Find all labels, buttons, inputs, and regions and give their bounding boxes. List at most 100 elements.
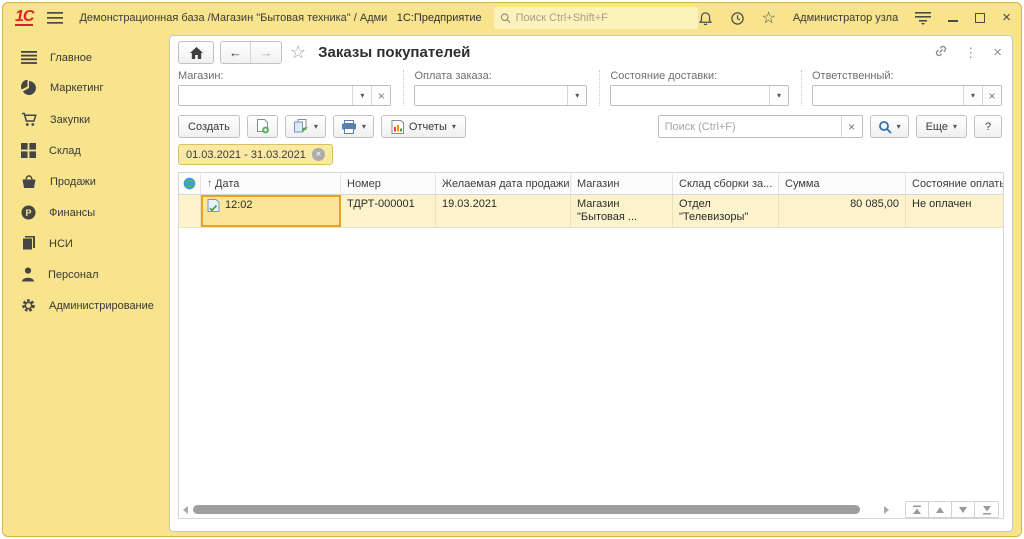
delivery-state-filter-input[interactable]	[611, 86, 769, 105]
sidebar-item-prodazhi[interactable]: Продажи	[3, 166, 165, 197]
search-icon	[500, 12, 511, 24]
user-menu[interactable]: Администратор узла	[793, 12, 898, 24]
sidebar-item-finansy[interactable]: Р Финансы	[3, 197, 165, 228]
link-icon	[934, 44, 948, 58]
go-to-last-row-button[interactable]	[975, 502, 998, 517]
responsible-filter-input[interactable]	[813, 86, 963, 105]
documents-stack-icon	[293, 119, 309, 134]
scrollbar-thumb[interactable]	[193, 505, 860, 514]
add-to-favorites-star[interactable]: ☆	[290, 42, 306, 63]
delivery-state-filter-dropdown-button[interactable]: ▾	[769, 86, 788, 105]
column-header-assembly-warehouse[interactable]: Склад сборки за...	[673, 173, 779, 194]
advanced-search-button[interactable]: ▾	[870, 115, 909, 138]
orders-list-panel: ← → ☆ Заказы покупателей ⋮ ×	[169, 35, 1013, 532]
previous-row-button[interactable]	[929, 502, 952, 517]
sidebar-item-sklad[interactable]: Склад	[3, 135, 165, 166]
ruble-circle-icon: Р	[21, 205, 36, 220]
print-button[interactable]: ▾	[333, 115, 374, 138]
create-by-copy-button[interactable]	[247, 115, 278, 138]
sidebar-item-zakupki[interactable]: Закупки	[3, 104, 165, 135]
notifications-button[interactable]	[698, 11, 713, 26]
last-row-icon	[982, 505, 992, 515]
scrollbar-track[interactable]	[192, 505, 880, 514]
get-link-button[interactable]	[934, 44, 948, 61]
column-header-number[interactable]: Номер	[341, 173, 436, 194]
go-to-first-row-button[interactable]	[906, 502, 929, 517]
product-name: 1С:Предприятие	[397, 12, 482, 24]
close-window-button[interactable]: ×	[1002, 13, 1011, 23]
remove-period-filter-icon[interactable]: ×	[312, 148, 325, 161]
list-search-input[interactable]	[659, 116, 841, 137]
pie-chart-icon	[21, 80, 37, 96]
scroll-left-button[interactable]	[183, 506, 188, 514]
1c-logo: 1С	[15, 10, 33, 26]
minimize-button[interactable]	[948, 14, 958, 22]
responsible-filter-dropdown-button[interactable]: ▾	[963, 86, 982, 105]
shop-filter-dropdown-button[interactable]: ▾	[352, 86, 371, 105]
scroll-right-button[interactable]	[884, 506, 889, 514]
assembly-warehouse-cell[interactable]: Отдел "Телевизоры"	[673, 195, 779, 227]
date-cell[interactable]: 12:02	[201, 195, 341, 227]
global-search-input[interactable]	[516, 12, 692, 24]
amount-cell[interactable]: 80 085,00	[779, 195, 906, 227]
back-button[interactable]: ←	[221, 42, 251, 63]
column-header-date[interactable]: ↑ Дата	[201, 173, 341, 194]
period-filter-chip[interactable]: 01.03.2021 - 31.03.2021 ×	[178, 144, 333, 165]
sidebar-item-marketing[interactable]: Маркетинг	[3, 72, 165, 104]
menu-lines-icon	[21, 51, 37, 64]
next-row-button[interactable]	[952, 502, 975, 517]
row-marker-cell[interactable]	[179, 195, 201, 227]
svg-text:Р: Р	[25, 208, 31, 218]
settings-menu-button[interactable]	[915, 12, 931, 25]
column-header-shop[interactable]: Магазин	[571, 173, 673, 194]
payment-state-cell[interactable]: Не оплачен	[906, 195, 1003, 227]
home-button[interactable]	[178, 41, 214, 64]
sidebar-item-personal[interactable]: Персонал	[3, 259, 165, 290]
column-header-icon[interactable]	[179, 173, 201, 194]
shop-cell[interactable]: Магазин "Бытовая ...	[571, 195, 673, 227]
filter-payment: Оплата заказа: ▾	[414, 70, 600, 106]
create-button[interactable]: Создать	[178, 115, 240, 138]
forward-button[interactable]: →	[251, 42, 281, 63]
sidebar-item-nsi[interactable]: НСИ	[3, 228, 165, 259]
shop-filter-input[interactable]	[179, 86, 352, 105]
number-cell[interactable]: ТДРТ-000001	[341, 195, 436, 227]
column-header-payment-state[interactable]: Состояние оплаты	[906, 173, 1003, 194]
posted-document-icon	[207, 199, 220, 212]
close-form-button[interactable]: ×	[993, 44, 1002, 61]
page-title: Заказы покупателей	[318, 44, 470, 61]
table-header-row: ↑ Дата Номер Желаемая дата продажи Магаз…	[179, 173, 1003, 195]
column-header-desired-date[interactable]: Желаемая дата продажи	[436, 173, 571, 194]
shop-filter-clear-button[interactable]: ×	[371, 86, 390, 105]
globe-icon	[183, 177, 196, 190]
more-actions-button[interactable]: ⋮	[964, 45, 977, 61]
app-window: 1С Демонстрационная база /Магазин "Бытов…	[2, 2, 1022, 537]
help-button[interactable]: ?	[974, 115, 1002, 138]
payment-filter-input[interactable]	[415, 86, 567, 105]
list-search-clear-button[interactable]: ×	[841, 116, 862, 137]
global-search[interactable]	[494, 7, 698, 29]
hamburger-icon	[47, 12, 63, 24]
column-header-amount[interactable]: Сумма	[779, 173, 906, 194]
table-row[interactable]: 12:02 ТДРТ-000001 19.03.2021 Магазин "Бы…	[179, 195, 1003, 228]
reports-button[interactable]: Отчеты ▾	[381, 115, 466, 138]
titlebar: 1С Демонстрационная база /Магазин "Бытов…	[3, 3, 1021, 33]
main-menu-button[interactable]	[47, 12, 63, 24]
sidebar-item-glavnoe[interactable]: Главное	[3, 43, 165, 72]
more-button[interactable]: Еще ▾	[916, 115, 967, 138]
row-navigation-buttons	[905, 501, 999, 518]
horizontal-scrollbar	[179, 501, 1003, 518]
favorites-button[interactable]: ☆	[762, 8, 776, 28]
responsible-filter-clear-button[interactable]: ×	[982, 86, 1001, 105]
maximize-button[interactable]	[975, 13, 985, 23]
history-button[interactable]	[730, 11, 745, 26]
cart-icon	[21, 112, 37, 127]
desired-date-cell[interactable]: 19.03.2021	[436, 195, 571, 227]
post-document-button[interactable]: ▾	[285, 115, 326, 138]
basket-icon	[21, 174, 37, 189]
window-title: Демонстрационная база /Магазин "Бытовая …	[79, 12, 386, 24]
sidebar-item-administrirovanie[interactable]: Администрирование	[3, 290, 165, 321]
grid-icon	[21, 143, 36, 158]
report-icon	[391, 120, 404, 134]
payment-filter-dropdown-button[interactable]: ▾	[567, 86, 586, 105]
